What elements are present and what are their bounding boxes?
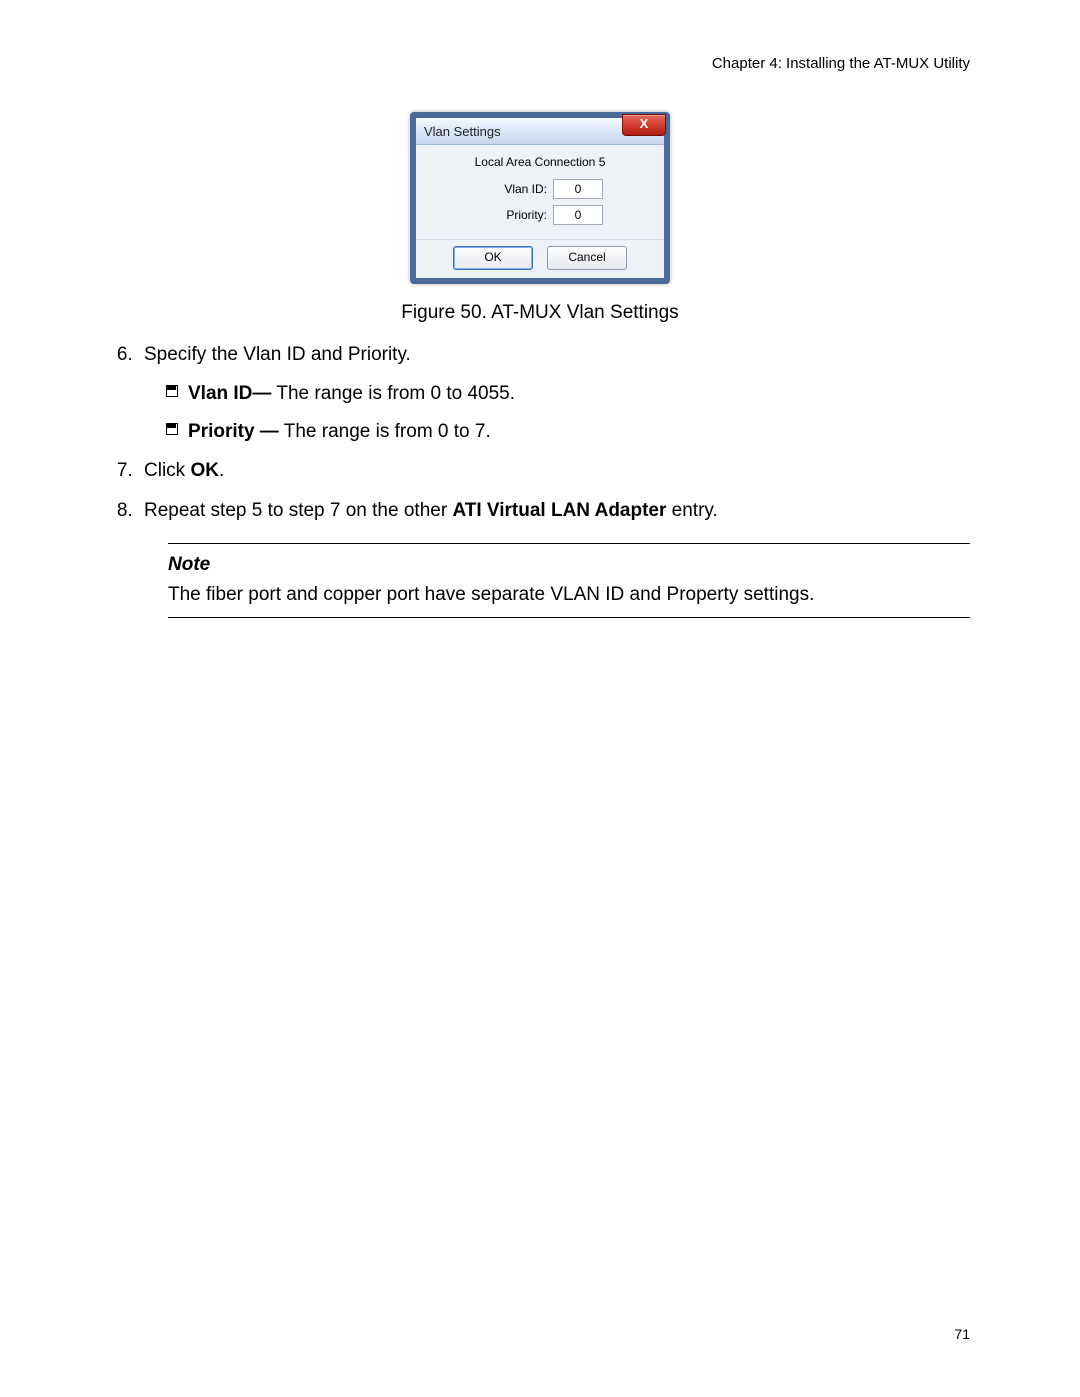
step-7-pre: Click [144, 460, 190, 481]
vlan-settings-dialog: Vlan Settings X Local Area Connection 5 … [410, 112, 670, 284]
figure-caption: Figure 50. AT-MUX Vlan Settings [110, 302, 970, 324]
close-button[interactable]: X [622, 114, 666, 136]
step-8-pre: Repeat step 5 to step 7 on the other [144, 500, 452, 521]
vlan-id-bold: Vlan ID— [188, 383, 271, 404]
chapter-header: Chapter 4: Installing the AT-MUX Utility [110, 55, 970, 72]
dialog-title: Vlan Settings [424, 124, 501, 139]
vlan-id-input[interactable]: 0 [553, 179, 603, 199]
priority-range: The range is from 0 to 7. [279, 421, 491, 442]
step-7-post: . [219, 460, 224, 481]
bullet-priority: Priority — The range is from 0 to 7. [166, 417, 970, 446]
step-8-bold: ATI Virtual LAN Adapter [452, 500, 666, 521]
note-text: The fiber port and copper port have sepa… [168, 580, 970, 609]
vlan-id-label: Vlan ID: [477, 182, 547, 196]
step-8-post: entry. [666, 500, 717, 521]
priority-bold: Priority — [188, 421, 279, 442]
dialog-titlebar: Vlan Settings X [416, 118, 664, 145]
step-8: Repeat step 5 to step 7 on the other ATI… [138, 496, 970, 525]
note-box: Note The fiber port and copper port have… [168, 543, 970, 618]
step-7: Click OK. [138, 456, 970, 485]
page-number: 71 [954, 1326, 970, 1342]
connection-label: Local Area Connection 5 [424, 155, 656, 169]
step-7-bold: OK [190, 460, 219, 481]
priority-input[interactable]: 0 [553, 205, 603, 225]
ok-button[interactable]: OK [453, 246, 533, 270]
step-6-text: Specify the Vlan ID and Priority. [144, 344, 411, 365]
cancel-button[interactable]: Cancel [547, 246, 627, 270]
bullet-vlan-id: Vlan ID— The range is from 0 to 4055. [166, 379, 970, 408]
priority-label: Priority: [477, 208, 547, 222]
note-title: Note [168, 550, 970, 579]
step-6: Specify the Vlan ID and Priority. Vlan I… [138, 340, 970, 446]
vlan-id-range: The range is from 0 to 4055. [271, 383, 515, 404]
